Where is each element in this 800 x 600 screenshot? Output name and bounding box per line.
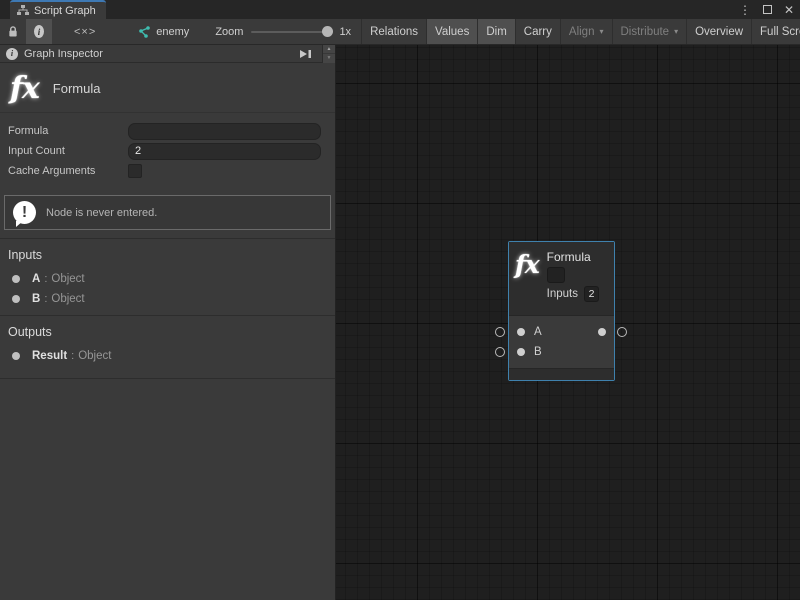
info-icon: i [6, 48, 18, 60]
zoom-label: Zoom [215, 26, 243, 38]
inputs-section-title: Inputs [0, 239, 335, 269]
distribute-dropdown-button[interactable]: Distribute ▾ [612, 19, 687, 44]
unconnected-port-hint-b[interactable] [495, 347, 505, 357]
inspector-title: Graph Inspector [24, 48, 103, 60]
node-title: Formula [53, 81, 101, 96]
chevron-down-icon: ▾ [674, 27, 678, 36]
warning-text: Node is never entered. [46, 207, 157, 219]
spinner-up-button[interactable]: ▲ [323, 45, 335, 54]
formula-input[interactable] [128, 123, 321, 140]
lock-icon [8, 25, 18, 38]
window-controls: ⋮ ✕ [739, 0, 794, 19]
tab-label: Script Graph [34, 5, 96, 17]
graph-breadcrumb[interactable]: enemy [126, 19, 199, 44]
formula-fx-icon: fx [515, 252, 539, 315]
node-inputs-count[interactable]: 2 [584, 286, 599, 302]
code-preview-icon: <×> [60, 26, 110, 38]
close-icon[interactable]: ✕ [784, 4, 794, 16]
formula-node-ports: A B [509, 315, 614, 368]
outputs-section-title: Outputs [0, 316, 335, 346]
list-item: A : Object [0, 269, 335, 289]
unconnected-port-hint-result[interactable] [617, 327, 627, 337]
port-dot-icon [12, 275, 20, 283]
output-port-result[interactable] [598, 328, 606, 336]
inputs-section: Inputs A : Object B : Object [0, 238, 335, 315]
input-port-b[interactable]: B [509, 342, 614, 362]
align-dropdown-button[interactable]: Align ▾ [560, 19, 612, 44]
input-count-field-row: Input Count [0, 141, 335, 161]
graph-toolbar: i <×> enemy Zoom 1x Relations [0, 19, 800, 45]
unconnected-port-hint-a[interactable] [495, 327, 505, 337]
values-button[interactable]: Values [426, 19, 477, 44]
overview-button[interactable]: Overview [686, 19, 751, 44]
outputs-section: Outputs Result : Object [0, 315, 335, 372]
tab-script-graph[interactable]: Script Graph [10, 0, 106, 19]
cache-arguments-row: Cache Arguments [0, 161, 335, 181]
port-dot-icon [12, 295, 20, 303]
dim-button[interactable]: Dim [477, 19, 514, 44]
cache-arguments-label: Cache Arguments [8, 165, 128, 177]
graph-inspector-panel: i Graph Inspector ▲ ▼ fx Formula Formula [0, 45, 336, 600]
input-count-label: Input Count [8, 145, 128, 157]
formula-field-row: Formula [0, 121, 335, 141]
graph-name: enemy [156, 26, 189, 38]
zoom-control: Zoom 1x [205, 19, 361, 44]
list-item: B : Object [0, 289, 335, 309]
formula-field-label: Formula [8, 125, 128, 137]
node-inputs-label: Inputs [547, 288, 578, 300]
zoom-slider[interactable] [251, 31, 331, 33]
node-title-block: fx Formula [0, 63, 335, 112]
script-graph-window: Script Graph ⋮ ✕ i <×> [0, 0, 800, 600]
dock-button[interactable] [294, 48, 316, 60]
carry-button[interactable]: Carry [515, 19, 560, 44]
warning-icon: ! [13, 201, 36, 224]
zoom-slider-handle[interactable] [322, 26, 333, 37]
warning-banner: ! Node is never entered. [4, 195, 331, 230]
port-dot-icon [517, 328, 525, 336]
chevron-down-icon: ▾ [599, 27, 603, 36]
port-dot-icon [517, 348, 525, 356]
hierarchy-icon [17, 5, 29, 16]
formula-node[interactable]: fx Formula Inputs 2 A B [508, 241, 615, 381]
toolbar-button-group: Relations Values Dim Carry Align ▾ Distr… [361, 19, 800, 44]
inspector-toggle-button[interactable]: i [26, 19, 52, 44]
relations-button[interactable]: Relations [361, 19, 426, 44]
inspector-fields: Formula Input Count Cache Arguments [0, 112, 335, 185]
list-item: Result : Object [0, 346, 335, 366]
formula-node-footer [509, 368, 614, 380]
zoom-value: 1x [339, 26, 351, 38]
panel-empty-area [0, 372, 335, 379]
node-title: Formula [547, 250, 599, 264]
dock-right-icon [298, 48, 312, 60]
port-dot-icon [12, 352, 20, 360]
formula-node-header: fx Formula Inputs 2 [509, 242, 614, 315]
spinner-down-button[interactable]: ▼ [323, 53, 335, 63]
info-icon: i [34, 25, 44, 38]
inspector-header: i Graph Inspector ▲ ▼ [0, 45, 335, 63]
graph-canvas[interactable]: fx Formula Inputs 2 A B [336, 45, 800, 600]
node-formula-input[interactable] [547, 267, 565, 283]
code-preview-button[interactable]: <×> [52, 19, 118, 44]
scroll-spinner: ▲ ▼ [322, 45, 335, 63]
fullscreen-button[interactable]: Full Screen [751, 19, 800, 44]
formula-fx-icon: fx [10, 71, 39, 106]
tab-bar: Script Graph ⋮ ✕ [0, 0, 800, 19]
lock-button[interactable] [0, 19, 26, 44]
window-menu-icon[interactable]: ⋮ [739, 4, 751, 16]
maximize-icon[interactable] [763, 5, 772, 14]
input-count-input[interactable] [128, 143, 321, 160]
graph-icon [136, 26, 150, 38]
cache-arguments-checkbox[interactable] [128, 164, 142, 178]
